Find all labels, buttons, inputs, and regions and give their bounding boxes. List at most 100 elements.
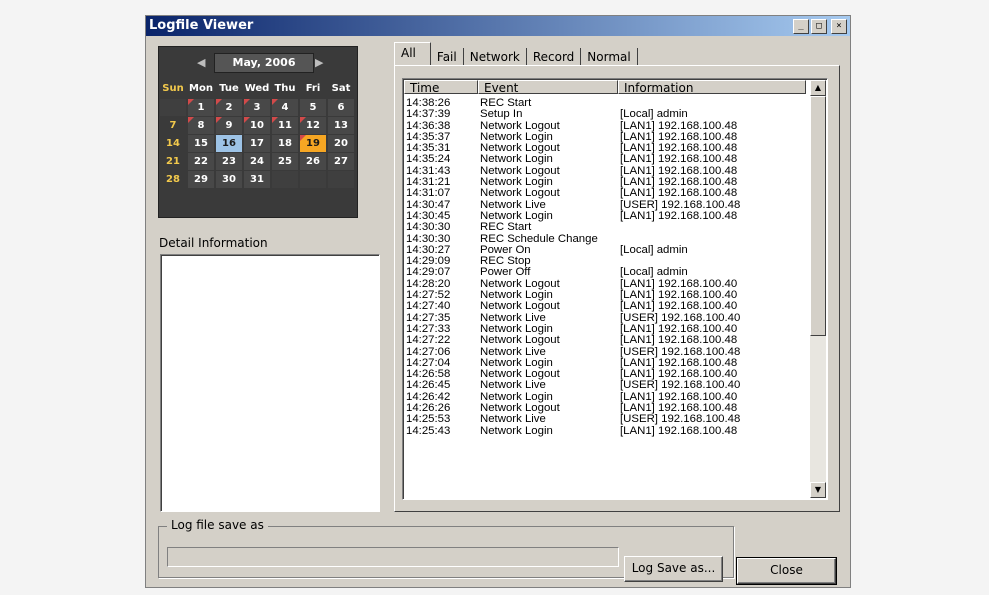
calendar-day[interactable]: 7 [160,117,186,134]
calendar-day[interactable]: 15 [188,135,214,152]
calendar-day[interactable]: 6 [328,99,354,116]
log-row[interactable]: 14:26:26 Network Logout [LAN1] 192.168.100… [406,402,808,414]
log-event-cell: REC Start [480,221,532,234]
weekday-label: Fri [305,83,321,94]
scroll-up-icon[interactable]: ▲ [810,80,826,96]
scroll-thumb[interactable] [810,96,826,336]
log-row[interactable]: 14:31:21 Network Login [LAN1] 192.168.100.… [406,176,808,188]
log-row[interactable]: 14:36:38 Network Logout [LAN1] 192.168.100… [406,120,808,132]
detail-information-box[interactable] [160,254,380,512]
calendar-day[interactable]: 27 [328,153,354,170]
calendar-day[interactable]: 21 [160,153,186,170]
close-button[interactable]: Close [736,557,837,585]
calendar-day[interactable]: 4 [272,99,298,116]
weekday-label: Wed [244,83,270,94]
log-row[interactable]: 14:26:45 Network Live [USER] 192.168.100.4… [406,380,808,392]
title-bar[interactable]: Logfile Viewer _ □ × [146,16,850,36]
calendar-day[interactable]: 16 [216,135,242,152]
column-header-event[interactable]: Event [478,80,618,95]
log-time-cell: 14:27:40 [406,300,451,313]
log-row[interactable]: 14:30:47 Network Live [USER] 192.168.100.4… [406,199,808,211]
log-info-cell: [LAN1] 192.168.100.40 [620,300,738,313]
calendar-day[interactable]: 30 [216,171,242,188]
calendar-day[interactable]: 26 [300,153,326,170]
tab-fail[interactable]: Fail [431,48,464,66]
log-row[interactable]: 14:29:07 Power Off [Local] admin [406,267,808,279]
log-row[interactable]: 14:25:43 Network Login [LAN1] 192.168.100.… [406,424,808,437]
calendar-day[interactable]: 28 [160,171,186,188]
log-tabs: All Fail Network Record Normal [394,42,638,66]
column-header-time[interactable]: Time [404,80,478,95]
next-month-icon[interactable]: ▶ [315,56,323,69]
log-save-as-button[interactable]: Log Save as... [624,556,723,582]
log-info-cell: [USER] 192.168.100.48 [620,413,741,426]
maximize-button[interactable]: □ [811,19,827,34]
log-row[interactable]: 14:27:52 Network Login [LAN1] 192.168.100.… [406,289,808,301]
minimize-button[interactable]: _ [793,19,809,34]
log-row[interactable]: 14:29:09 REC Stop [406,255,808,267]
log-list[interactable]: Time Event Information 14:38:26 REC Start… [402,78,828,500]
calendar-day[interactable]: 20 [328,135,354,152]
log-row[interactable]: 14:26:58 Network Logout [LAN1] 192.168.100… [406,368,808,380]
log-row[interactable]: 14:30:27 Power On [Local] admin [406,244,808,256]
calendar-day[interactable]: 24 [244,153,270,170]
calendar-day[interactable]: 23 [216,153,242,170]
detail-information-label: Detail Information [159,236,268,250]
log-event-cell: Network Login [480,424,553,437]
log-event-cell: Network Live [480,413,546,426]
log-row[interactable]: 14:30:30 REC Schedule Change [406,233,808,245]
calendar-day[interactable]: 9 [216,117,242,134]
scroll-down-icon[interactable]: ▼ [810,482,826,498]
log-row[interactable]: 14:27:04 Network Login [LAN1] 192.168.100.… [406,357,808,369]
calendar-day[interactable]: 13 [328,117,354,134]
calendar-day[interactable]: 10 [244,117,270,134]
log-row[interactable]: 14:28:20 Network Logout [LAN1] 192.168.100… [406,278,808,290]
calendar-day[interactable]: 29 [188,171,214,188]
calendar-day[interactable]: 31 [244,171,270,188]
calendar-day[interactable]: 8 [188,117,214,134]
column-header-information[interactable]: Information [618,80,806,95]
log-row[interactable]: 14:37:39 Setup In [Local] admin [406,108,808,120]
calendar-weekdays: Sun Mon Tue Wed Thu Fri Sat [159,83,357,97]
calendar-day[interactable]: 22 [188,153,214,170]
log-row[interactable]: 14:38:26 REC Start [406,97,808,109]
log-vertical-scrollbar[interactable]: ▲ ▼ [810,80,826,498]
log-row[interactable]: 14:27:33 Network Login [LAN1] 192.168.100.… [406,323,808,335]
log-row[interactable]: 14:27:22 Network Logout [LAN1] 192.168.100… [406,334,808,346]
tab-all[interactable]: All [394,42,431,66]
log-info-cell [620,222,808,233]
calendar-day[interactable]: 3 [244,99,270,116]
calendar-month-label: May, 2006 [214,53,314,73]
log-row[interactable]: 14:35:37 Network Login [LAN1] 192.168.100.… [406,131,808,143]
log-row[interactable]: 14:35:24 Network Login [LAN1] 192.168.100.… [406,154,808,166]
calendar-day[interactable]: 25 [272,153,298,170]
calendar-day[interactable]: 17 [244,135,270,152]
save-path-field[interactable] [167,547,619,567]
log-row[interactable]: 14:26:42 Network Login [LAN1] 192.168.100.… [406,391,808,403]
calendar-day[interactable]: 5 [300,99,326,116]
tab-normal[interactable]: Normal [581,48,638,66]
calendar-day[interactable]: 18 [272,135,298,152]
calendar-day[interactable]: 14 [160,135,186,152]
log-row[interactable]: 14:27:35 Network Live [USER] 192.168.100.4… [406,312,808,324]
tab-record[interactable]: Record [527,48,582,66]
calendar-day[interactable]: 11 [272,117,298,134]
calendar-day[interactable]: 1 [188,99,214,116]
log-row[interactable]: 14:31:43 Network Logout [LAN1] 192.168.100… [406,165,808,177]
calendar-day[interactable]: 12 [300,117,326,134]
log-row[interactable]: 14:31:07 Network Logout [LAN1] 192.168.100… [406,187,808,200]
log-time-cell: 14:31:07 [406,187,451,200]
prev-month-icon[interactable]: ◀ [197,56,205,69]
log-row[interactable]: 14:25:53 Network Live [USER] 192.168.100.4… [406,413,808,426]
log-time-cell: 14:30:30 [406,221,451,234]
log-row[interactable]: 14:35:31 Network Logout [LAN1] 192.168.100… [406,142,808,154]
calendar-day[interactable]: 2 [216,99,242,116]
log-row[interactable]: 14:30:30 REC Start [406,221,808,234]
weekday-label: Tue [219,83,239,94]
log-row[interactable]: 14:27:06 Network Live [USER] 192.168.100.4… [406,346,808,358]
log-row[interactable]: 14:27:40 Network Logout [LAN1] 192.168.100… [406,300,808,313]
tab-network[interactable]: Network [464,48,527,66]
log-row[interactable]: 14:30:45 Network Login [LAN1] 192.168.100.… [406,210,808,222]
close-window-button[interactable]: × [831,19,847,34]
calendar-day[interactable]: 19 [300,135,326,152]
